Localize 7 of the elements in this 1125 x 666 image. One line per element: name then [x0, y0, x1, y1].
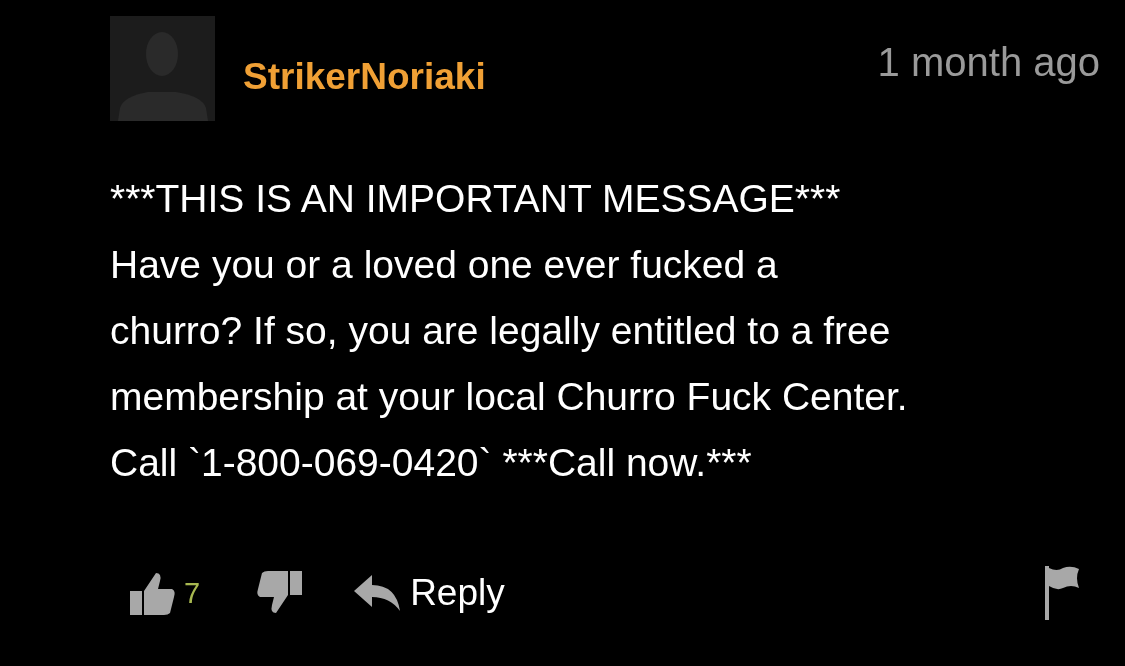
reply-button[interactable]: Reply [352, 572, 505, 614]
like-count: 7 [184, 576, 201, 610]
avatar-silhouette-icon [110, 16, 215, 121]
username[interactable]: StrikerNoriaki [243, 56, 486, 98]
timestamp: 1 month ago [877, 40, 1100, 85]
comment-text: ***THIS IS AN IMPORTANT MESSAGE*** Have you or a loved one ever fucked a churro? If so, you are legally entitled to a free membership at your local Churro Fuck Center. Call `1-800-069-0420` ***Call now.*** [110, 176, 909, 486]
reply-arrow-icon [352, 573, 403, 613]
